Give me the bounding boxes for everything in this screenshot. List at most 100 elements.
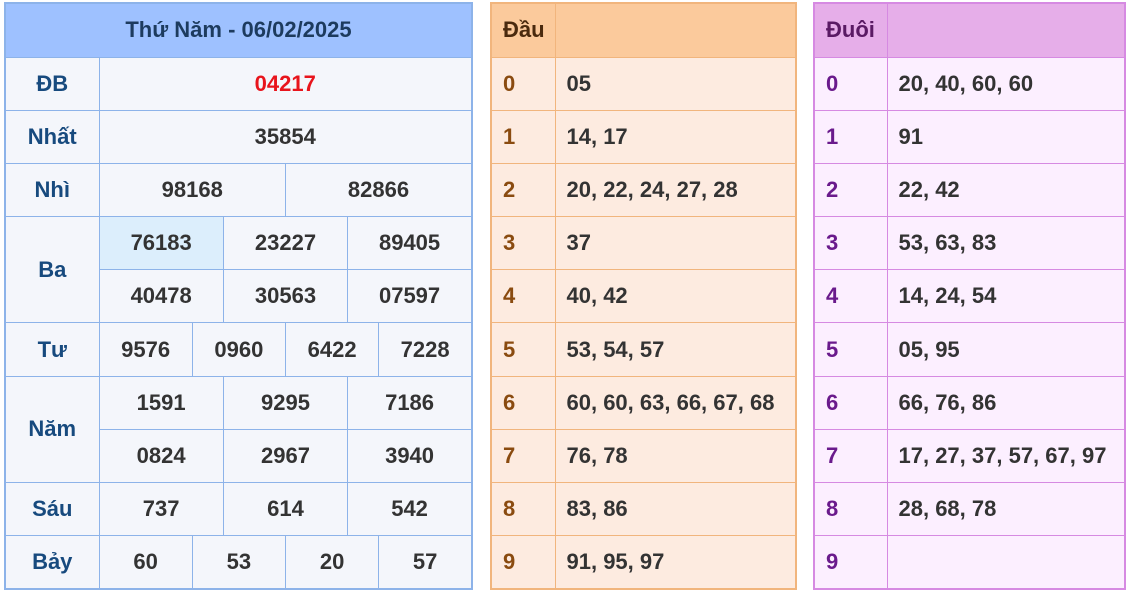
duoi-value: 14, 24, 54	[886, 269, 1126, 324]
prize-row-tu: Tư 9576 0960 6422 7228	[4, 322, 473, 377]
prize-value-tu-3: 6422	[284, 322, 380, 377]
duoi-value	[886, 535, 1126, 590]
dau-key: 4	[490, 269, 556, 324]
duoi-table: Đuôi 0 20, 40, 60, 60 1 91 2 22, 42 3 53, 63…	[813, 2, 1126, 590]
dau-key: 5	[490, 322, 556, 377]
duoi-row: 2 22, 42	[813, 162, 1126, 218]
dau-row: 7 76, 78	[490, 428, 797, 484]
prize-value-nam-4: 0824	[98, 428, 224, 484]
duoi-key: 5	[813, 322, 888, 377]
prize-row-nam: Năm 1591 9295 7186	[4, 375, 473, 484]
dau-value: 60, 60, 63, 66, 67, 68	[554, 375, 797, 430]
dau-row: 1 14, 17	[490, 109, 797, 164]
prize-value-bay-1: 60	[98, 535, 193, 590]
dau-row: 6 60, 60, 63, 66, 67, 68	[490, 375, 797, 430]
prize-value-nhat: 35854	[98, 109, 473, 164]
duoi-row: 6 66, 76, 86	[813, 375, 1126, 430]
dau-key: 8	[490, 481, 556, 537]
prize-value-db: 04217	[98, 56, 473, 111]
dau-row: 3 37	[490, 216, 797, 271]
results-title: Thứ Năm - 06/02/2025	[4, 2, 473, 58]
dau-value: 05	[554, 56, 797, 111]
prize-row-bay: Bảy 60 53 20 57	[4, 535, 473, 590]
duoi-key: 9	[813, 535, 888, 590]
prize-label-bay: Bảy	[4, 535, 100, 590]
duoi-value: 53, 63, 83	[886, 216, 1126, 271]
duoi-row: 0 20, 40, 60, 60	[813, 56, 1126, 111]
prize-label-tu: Tư	[4, 322, 100, 377]
prize-value-sau-1: 737	[98, 481, 224, 537]
dau-row: 4 40, 42	[490, 269, 797, 324]
duoi-key: 7	[813, 428, 888, 484]
prize-value-ba-5: 30563	[222, 269, 349, 324]
prize-label-sau: Sáu	[4, 481, 100, 537]
prize-value-sau-3: 542	[347, 481, 473, 537]
duoi-key: 8	[813, 481, 888, 537]
duoi-key: 6	[813, 375, 888, 430]
duoi-value: 05, 95	[886, 322, 1126, 377]
duoi-key: 2	[813, 162, 888, 218]
dau-row: 8 83, 86	[490, 481, 797, 537]
duoi-header-values	[886, 2, 1126, 58]
dau-value: 53, 54, 57	[554, 322, 797, 377]
dau-key: 2	[490, 162, 556, 218]
prize-value-ba-1: 76183	[98, 216, 224, 271]
duoi-value: 91	[886, 109, 1126, 164]
prize-value-ba-4: 40478	[98, 269, 224, 324]
dau-row: 0 05	[490, 56, 797, 111]
duoi-value: 22, 42	[886, 162, 1126, 218]
dau-value: 83, 86	[554, 481, 797, 537]
prize-value-nam-5: 2967	[222, 428, 349, 484]
dau-value: 37	[554, 216, 797, 271]
dau-header-values	[554, 2, 797, 58]
prize-value-nam-1: 1591	[98, 375, 224, 430]
duoi-row: 7 17, 27, 37, 57, 67, 97	[813, 428, 1126, 484]
prize-value-tu-2: 0960	[191, 322, 286, 377]
prize-value-tu-1: 9576	[98, 322, 193, 377]
duoi-header: Đuôi	[813, 2, 888, 58]
dau-key: 6	[490, 375, 556, 430]
duoi-key: 3	[813, 216, 888, 271]
dau-value: 14, 17	[554, 109, 797, 164]
prize-label-nhat: Nhất	[4, 109, 100, 164]
dau-header: Đầu	[490, 2, 556, 58]
prize-row-nhi: Nhì 98168 82866	[4, 162, 473, 218]
prize-value-nam-3: 7186	[347, 375, 473, 430]
prize-value-ba-6: 07597	[347, 269, 473, 324]
prize-row-ba: Ba 76183 23227 89405	[4, 216, 473, 324]
dau-value: 76, 78	[554, 428, 797, 484]
dau-key: 0	[490, 56, 556, 111]
dau-key: 9	[490, 535, 556, 590]
duoi-row: 5 05, 95	[813, 322, 1126, 377]
prize-value-sau-2: 614	[222, 481, 349, 537]
dau-row: 2 20, 22, 24, 27, 28	[490, 162, 797, 218]
prize-value-bay-2: 53	[191, 535, 286, 590]
duoi-value: 28, 68, 78	[886, 481, 1126, 537]
prize-label-nhi: Nhì	[4, 162, 100, 218]
prize-value-bay-4: 57	[378, 535, 473, 590]
duoi-value: 66, 76, 86	[886, 375, 1126, 430]
results-table: Thứ Năm - 06/02/2025 ĐB 04217 Nhất 35854…	[4, 2, 473, 590]
prize-label-ba: Ba	[4, 216, 100, 324]
dau-value: 91, 95, 97	[554, 535, 797, 590]
duoi-value: 17, 27, 37, 57, 67, 97	[886, 428, 1126, 484]
prize-label-db: ĐB	[4, 56, 100, 111]
prize-value-nam-6: 3940	[347, 428, 473, 484]
prize-value-nhi-1: 98168	[98, 162, 286, 218]
dau-value: 40, 42	[554, 269, 797, 324]
prize-row-db: ĐB 04217	[4, 56, 473, 111]
prize-value-ba-2: 23227	[222, 216, 349, 271]
prize-label-nam: Năm	[4, 375, 100, 484]
prize-value-ba-3: 89405	[347, 216, 473, 271]
duoi-value: 20, 40, 60, 60	[886, 56, 1126, 111]
duoi-row: 8 28, 68, 78	[813, 481, 1126, 537]
prize-value-nam-2: 9295	[222, 375, 349, 430]
dau-row: 9 91, 95, 97	[490, 535, 797, 590]
duoi-key: 4	[813, 269, 888, 324]
duoi-key: 1	[813, 109, 888, 164]
dau-value: 20, 22, 24, 27, 28	[554, 162, 797, 218]
duoi-row: 9	[813, 535, 1126, 590]
dau-key: 7	[490, 428, 556, 484]
dau-key: 3	[490, 216, 556, 271]
duoi-key: 0	[813, 56, 888, 111]
